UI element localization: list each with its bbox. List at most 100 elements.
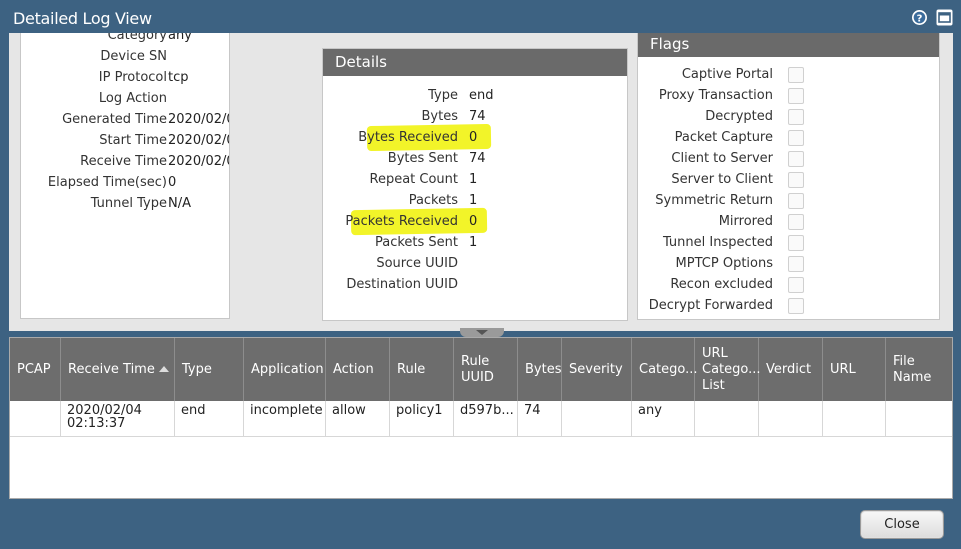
column-header-label: URL	[830, 361, 856, 377]
flags-title: Flags	[650, 35, 690, 53]
column-header[interactable]: PCAP	[10, 338, 61, 401]
column-header[interactable]: Bytes	[518, 338, 562, 401]
column-header[interactable]: Rule	[390, 338, 454, 401]
flag-row: Decrypted	[638, 106, 939, 127]
details-row-value: 0	[469, 214, 478, 229]
general-row: IP Protocol tcp	[21, 67, 229, 88]
flag-checkbox[interactable]	[788, 172, 804, 188]
details-row: Type end	[323, 85, 627, 106]
general-row: Tunnel Type N/A	[21, 193, 229, 214]
table-cell-text: allow	[332, 403, 366, 418]
details-row-label: Destination UUID	[346, 277, 458, 292]
details-row: Bytes Sent 74	[323, 148, 627, 169]
flag-label: Captive Portal	[681, 67, 773, 82]
flag-label: Recon excluded	[670, 277, 773, 292]
flag-row: Client to Server	[638, 148, 939, 169]
details-row: Source UUID	[323, 253, 627, 274]
flag-row: Tunnel Inspected	[638, 232, 939, 253]
flag-row: Packet Capture	[638, 127, 939, 148]
flags-header: Flags	[638, 33, 939, 57]
general-row: Device SN	[21, 46, 229, 67]
flag-checkbox[interactable]	[788, 214, 804, 230]
column-header[interactable]: Type	[175, 338, 244, 401]
column-header-label: Receive Time	[68, 362, 170, 378]
flag-checkbox[interactable]	[788, 298, 804, 314]
flag-label: MPTCP Options	[675, 256, 773, 271]
column-header-label: Catego...	[639, 361, 698, 377]
column-header[interactable]: Application	[244, 338, 326, 401]
flag-checkbox[interactable]	[788, 235, 804, 251]
details-row-value: 1	[469, 172, 478, 187]
flag-checkbox[interactable]	[788, 88, 804, 104]
flag-checkbox[interactable]	[788, 109, 804, 125]
details-title: Details	[335, 53, 388, 71]
general-row-label: Start Time	[99, 133, 167, 148]
column-header[interactable]: Catego...	[632, 338, 698, 401]
flag-row: Symmetric Return	[638, 190, 939, 211]
close-button[interactable]: Close	[860, 510, 944, 539]
sort-ascending-icon	[158, 365, 169, 372]
flag-row: Proxy Transaction	[638, 85, 939, 106]
flag-checkbox[interactable]	[788, 130, 804, 146]
details-row: Repeat Count 1	[323, 169, 627, 190]
flag-row: Recon excluded	[638, 274, 939, 295]
column-header[interactable]: File Name	[886, 338, 952, 401]
column-header[interactable]: Verdict	[759, 338, 823, 401]
table-cell	[823, 401, 886, 436]
column-header-label: Rule UUID	[461, 353, 494, 385]
flag-checkbox[interactable]	[788, 67, 804, 83]
details-row-label: Packets Received	[345, 214, 458, 229]
svg-text:?: ?	[917, 13, 923, 24]
maximize-icon[interactable]	[936, 9, 953, 26]
details-row: Destination UUID	[323, 274, 627, 295]
column-header-label: URL Catego... List	[702, 345, 761, 393]
help-icon[interactable]: ?	[911, 9, 928, 26]
details-row: Packets Received 0	[323, 211, 627, 232]
general-row-label: Generated Time	[62, 112, 167, 127]
column-header-label: File Name	[893, 353, 932, 385]
table-cell: any	[632, 401, 695, 436]
flag-checkbox[interactable]	[788, 256, 804, 272]
general-row-label: Tunnel Type	[90, 196, 167, 211]
column-header-label: Action	[333, 361, 374, 377]
table-cell	[759, 401, 823, 436]
flag-label: Packet Capture	[674, 130, 773, 145]
table-cell-text: incomplete	[250, 403, 323, 418]
general-row-value: 0	[168, 175, 177, 190]
general-row: Receive Time2020/02/04 02:13:37	[21, 151, 229, 172]
details-row-label: Bytes Sent	[387, 151, 458, 166]
column-header[interactable]: URL	[823, 338, 886, 401]
flag-checkbox[interactable]	[788, 193, 804, 209]
column-header-label: Verdict	[766, 361, 812, 377]
flag-label: Symmetric Return	[655, 193, 773, 208]
details-row-label: Bytes Received	[358, 130, 458, 145]
column-header[interactable]: Severity	[562, 338, 632, 401]
general-row: Elapsed Time(sec) 0	[21, 172, 229, 193]
details-row: Packets Sent 1	[323, 232, 627, 253]
details-row-label: Type	[428, 88, 458, 103]
window-title: Detailed Log View	[13, 9, 152, 28]
column-header[interactable]: Action	[326, 338, 390, 401]
column-header[interactable]: Rule UUID	[454, 338, 518, 401]
details-row-label: Packets Sent	[374, 235, 458, 250]
collapse-arrow-icon[interactable]	[476, 330, 488, 335]
flag-row: Mirrored	[638, 211, 939, 232]
column-header[interactable]: Receive Time	[61, 338, 175, 401]
column-header-label: Type	[182, 361, 212, 377]
flag-checkbox[interactable]	[788, 151, 804, 167]
flag-label: Proxy Transaction	[658, 88, 773, 103]
table-row[interactable]: 2020/02/04 02:13:37 end incomplete allow pol…	[10, 401, 952, 437]
general-row-label: Device SN	[100, 49, 167, 64]
details-row-value: 74	[469, 151, 486, 166]
flag-row: Captive Portal	[638, 64, 939, 85]
table-cell	[695, 401, 759, 436]
table-cell: incomplete	[244, 401, 326, 436]
details-row-value: 0	[469, 130, 478, 145]
table-cell-text: end	[181, 403, 206, 418]
general-row-value: any	[168, 33, 192, 43]
column-header[interactable]: URL Catego... List	[695, 338, 761, 401]
general-row-label: Receive Time	[80, 154, 167, 169]
table-cell: d597b...	[454, 401, 518, 436]
flag-checkbox[interactable]	[788, 277, 804, 293]
table-cell-text: 74	[524, 403, 541, 418]
